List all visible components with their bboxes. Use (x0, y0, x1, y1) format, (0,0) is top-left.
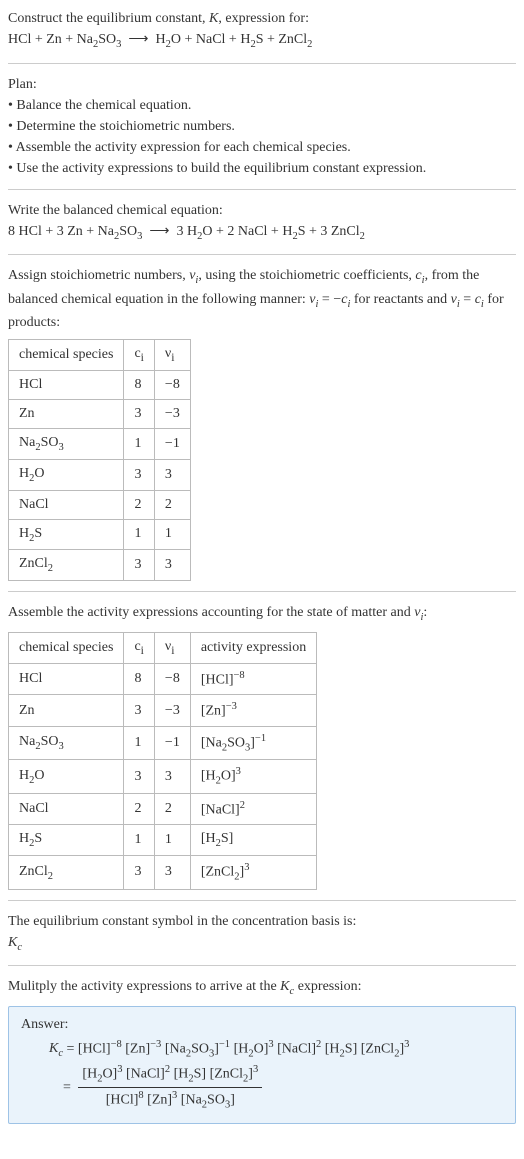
stoich-table: chemical species ci νi HCl8−8 Zn3−3 Na2S… (8, 339, 191, 581)
col-species: chemical species (9, 340, 124, 371)
multiply-section: Mulitply the activity expressions to arr… (8, 965, 516, 1134)
table-header-row: chemical species ci νi activity expressi… (9, 632, 317, 663)
answer-denominator: [HCl]8 [Zn]3 [Na2SO3] (78, 1088, 262, 1113)
col-species: chemical species (9, 632, 124, 663)
kc-symbol-text: The equilibrium constant symbol in the c… (8, 911, 516, 932)
activity-section: Assemble the activity expressions accoun… (8, 591, 516, 899)
table-row: HCl8−8 (9, 370, 191, 399)
balanced-section: Write the balanced chemical equation: 8 … (8, 189, 516, 255)
stoich-intro: Assign stoichiometric numbers, νi, using… (8, 265, 516, 333)
multiply-intro: Mulitply the activity expressions to arr… (8, 976, 516, 1000)
stoich-section: Assign stoichiometric numbers, νi, using… (8, 254, 516, 591)
answer-line1: Kc = [HCl]−8 [Zn]−3 [Na2SO3]−1 [H2O]3 [N… (49, 1037, 503, 1062)
col-vi: νi (154, 632, 190, 663)
table-row: H2S11[H2S] (9, 825, 317, 856)
construct-equation: HCl + Zn + Na2SO3 ⟶ H2O + NaCl + H2S + Z… (8, 29, 516, 53)
table-row: Na2SO31−1 (9, 428, 191, 459)
table-row: ZnCl233 (9, 550, 191, 581)
table-row: Zn3−3 (9, 399, 191, 428)
equals-sign: = (63, 1080, 71, 1095)
plan-item: • Balance the chemical equation. (8, 95, 516, 116)
balanced-title: Write the balanced chemical equation: (8, 200, 516, 221)
table-row: NaCl22[NaCl]2 (9, 793, 317, 825)
col-activity: activity expression (190, 632, 316, 663)
kc-symbol: Kc (8, 932, 516, 956)
construct-title: Construct the equilibrium constant, K, e… (8, 8, 516, 29)
col-ci: ci (124, 632, 154, 663)
table-row: H2S11 (9, 519, 191, 550)
table-row: H2O33[H2O]3 (9, 760, 317, 793)
answer-numerator: [H2O]3 [NaCl]2 [H2S] [ZnCl2]3 (78, 1062, 262, 1088)
answer-line2: = [H2O]3 [NaCl]2 [H2S] [ZnCl2]3 [HCl]8 [… (49, 1062, 503, 1113)
plan-title: Plan: (8, 74, 516, 95)
col-ci: ci (124, 340, 154, 371)
balanced-equation: 8 HCl + 3 Zn + Na2SO3 ⟶ 3 H2O + 2 NaCl +… (8, 221, 516, 245)
table-row: H2O33 (9, 459, 191, 490)
plan-item: • Assemble the activity expression for e… (8, 137, 516, 158)
answer-fraction: [H2O]3 [NaCl]2 [H2S] [ZnCl2]3 [HCl]8 [Zn… (78, 1062, 262, 1113)
col-vi: νi (154, 340, 190, 371)
answer-title: Answer: (21, 1017, 503, 1033)
activity-table: chemical species ci νi activity expressi… (8, 632, 317, 890)
construct-section: Construct the equilibrium constant, K, e… (8, 8, 516, 63)
answer-box: Answer: Kc = [HCl]−8 [Zn]−3 [Na2SO3]−1 [… (8, 1006, 516, 1125)
activity-intro: Assemble the activity expressions accoun… (8, 602, 516, 626)
table-header-row: chemical species ci νi (9, 340, 191, 371)
kc-symbol-section: The equilibrium constant symbol in the c… (8, 900, 516, 966)
table-row: Zn3−3[Zn]−3 (9, 695, 317, 727)
table-row: HCl8−8[HCl]−8 (9, 663, 317, 695)
plan-item: • Determine the stoichiometric numbers. (8, 116, 516, 137)
table-row: NaCl22 (9, 490, 191, 519)
plan-section: Plan: • Balance the chemical equation. •… (8, 63, 516, 189)
table-row: Na2SO31−1[Na2SO3]−1 (9, 726, 317, 759)
plan-item: • Use the activity expressions to build … (8, 158, 516, 179)
table-row: ZnCl233[ZnCl2]3 (9, 856, 317, 889)
